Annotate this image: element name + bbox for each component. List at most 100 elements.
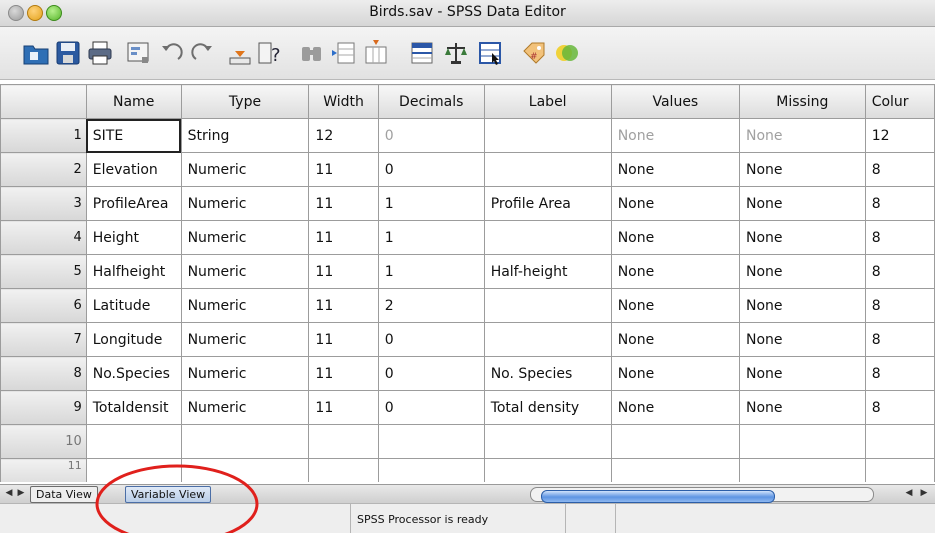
row-number[interactable]: 8: [0, 356, 87, 391]
cell-width[interactable]: 11: [308, 322, 379, 357]
column-header-values[interactable]: Values: [610, 84, 741, 119]
tab-data-view[interactable]: Data View: [30, 486, 98, 503]
cell-label[interactable]: [483, 118, 612, 153]
row-number[interactable]: 7: [0, 322, 87, 357]
cell-values[interactable]: None: [610, 186, 741, 221]
cell-type[interactable]: Numeric: [180, 220, 310, 255]
save-icon[interactable]: [54, 39, 82, 67]
cell-columns[interactable]: 8: [864, 186, 935, 221]
cell-decimals[interactable]: 0: [377, 356, 485, 391]
cell-columns[interactable]: 8: [864, 288, 935, 323]
cell-label[interactable]: [483, 288, 612, 323]
insert-variable-icon[interactable]: [362, 39, 390, 67]
cell-decimals[interactable]: 1: [377, 220, 485, 255]
horizontal-scrollbar[interactable]: [530, 487, 874, 503]
cell-values[interactable]: None: [610, 220, 741, 255]
empty-cell[interactable]: [180, 424, 310, 459]
variables-icon[interactable]: ?: [256, 39, 284, 67]
cell-columns[interactable]: 8: [864, 390, 935, 425]
cell-width[interactable]: 11: [308, 152, 379, 187]
cell-type[interactable]: Numeric: [180, 390, 310, 425]
cell-width[interactable]: 11: [308, 254, 379, 289]
cell-name[interactable]: ProfileArea: [85, 186, 182, 221]
cell-name[interactable]: Totaldensit: [85, 390, 182, 425]
cell-type[interactable]: Numeric: [180, 356, 310, 391]
cell-label[interactable]: [483, 220, 612, 255]
cell-missing[interactable]: None: [739, 152, 866, 187]
empty-cell[interactable]: [377, 424, 485, 459]
empty-cell[interactable]: [610, 424, 741, 459]
cell-name[interactable]: SITE: [85, 118, 182, 153]
row-number[interactable]: 10: [0, 424, 87, 459]
cell-type[interactable]: Numeric: [180, 254, 310, 289]
cell-width[interactable]: 12: [308, 118, 379, 153]
cell-values[interactable]: None: [610, 390, 741, 425]
cell-values[interactable]: None: [610, 254, 741, 289]
print-icon[interactable]: [86, 39, 114, 67]
weight-cases-icon[interactable]: [442, 39, 470, 67]
row-number[interactable]: 1: [0, 118, 87, 153]
cell-label[interactable]: No. Species: [483, 356, 612, 391]
cell-name[interactable]: Latitude: [85, 288, 182, 323]
cell-missing[interactable]: None: [739, 118, 866, 153]
scroll-right-icon[interactable]: ▶: [919, 487, 929, 499]
cell-columns[interactable]: 8: [864, 152, 935, 187]
row-number[interactable]: 6: [0, 288, 87, 323]
cell-columns[interactable]: 8: [864, 356, 935, 391]
row-number[interactable]: 5: [0, 254, 87, 289]
cell-label[interactable]: [483, 152, 612, 187]
cell-label[interactable]: [483, 322, 612, 357]
row-number[interactable]: 2: [0, 152, 87, 187]
value-labels-icon[interactable]: #: [520, 39, 548, 67]
cell-columns[interactable]: 12: [864, 118, 935, 153]
empty-cell[interactable]: [864, 458, 935, 482]
column-header-width[interactable]: Width: [308, 84, 379, 119]
cell-columns[interactable]: 8: [864, 322, 935, 357]
cell-missing[interactable]: None: [739, 220, 866, 255]
empty-cell[interactable]: [308, 458, 379, 482]
cell-decimals[interactable]: 0: [377, 118, 485, 153]
cell-values[interactable]: None: [610, 288, 741, 323]
scrollbar-thumb[interactable]: [541, 490, 775, 503]
empty-cell[interactable]: [739, 458, 866, 482]
cell-name[interactable]: Halfheight: [85, 254, 182, 289]
empty-cell[interactable]: [377, 458, 485, 482]
cell-values[interactable]: None: [610, 322, 741, 357]
cell-missing[interactable]: None: [739, 390, 866, 425]
tab-variable-view[interactable]: Variable View: [125, 486, 212, 503]
empty-cell[interactable]: [610, 458, 741, 482]
cell-label[interactable]: Total density: [483, 390, 612, 425]
cell-type[interactable]: Numeric: [180, 322, 310, 357]
cell-width[interactable]: 11: [308, 186, 379, 221]
cell-missing[interactable]: None: [739, 322, 866, 357]
cell-decimals[interactable]: 0: [377, 322, 485, 357]
cell-name[interactable]: Height: [85, 220, 182, 255]
empty-cell[interactable]: [864, 424, 935, 459]
column-header-label[interactable]: Label: [483, 84, 612, 119]
corner-header[interactable]: [0, 84, 87, 119]
row-number[interactable]: 3: [0, 186, 87, 221]
tab-scroll-right-icon[interactable]: ▶: [16, 487, 26, 499]
cell-name[interactable]: Longitude: [85, 322, 182, 357]
cell-width[interactable]: 11: [308, 220, 379, 255]
use-sets-icon[interactable]: [552, 39, 580, 67]
cell-type[interactable]: Numeric: [180, 288, 310, 323]
cell-values[interactable]: None: [610, 152, 741, 187]
column-header-type[interactable]: Type: [180, 84, 310, 119]
insert-cases-icon[interactable]: [330, 39, 358, 67]
find-icon[interactable]: [298, 39, 326, 67]
cell-name[interactable]: No.Species: [85, 356, 182, 391]
cell-type[interactable]: Numeric: [180, 186, 310, 221]
cell-missing[interactable]: None: [739, 186, 866, 221]
undo-icon[interactable]: [158, 39, 186, 67]
column-header-decimals[interactable]: Decimals: [377, 84, 485, 119]
cell-missing[interactable]: None: [739, 288, 866, 323]
empty-cell[interactable]: [308, 424, 379, 459]
empty-cell[interactable]: [483, 458, 612, 482]
cell-decimals[interactable]: 1: [377, 254, 485, 289]
open-folder-icon[interactable]: [22, 39, 50, 67]
goto-case-icon[interactable]: [226, 39, 254, 67]
column-header-columns[interactable]: Colur: [864, 84, 935, 119]
row-number[interactable]: 9: [0, 390, 87, 425]
cell-missing[interactable]: None: [739, 356, 866, 391]
